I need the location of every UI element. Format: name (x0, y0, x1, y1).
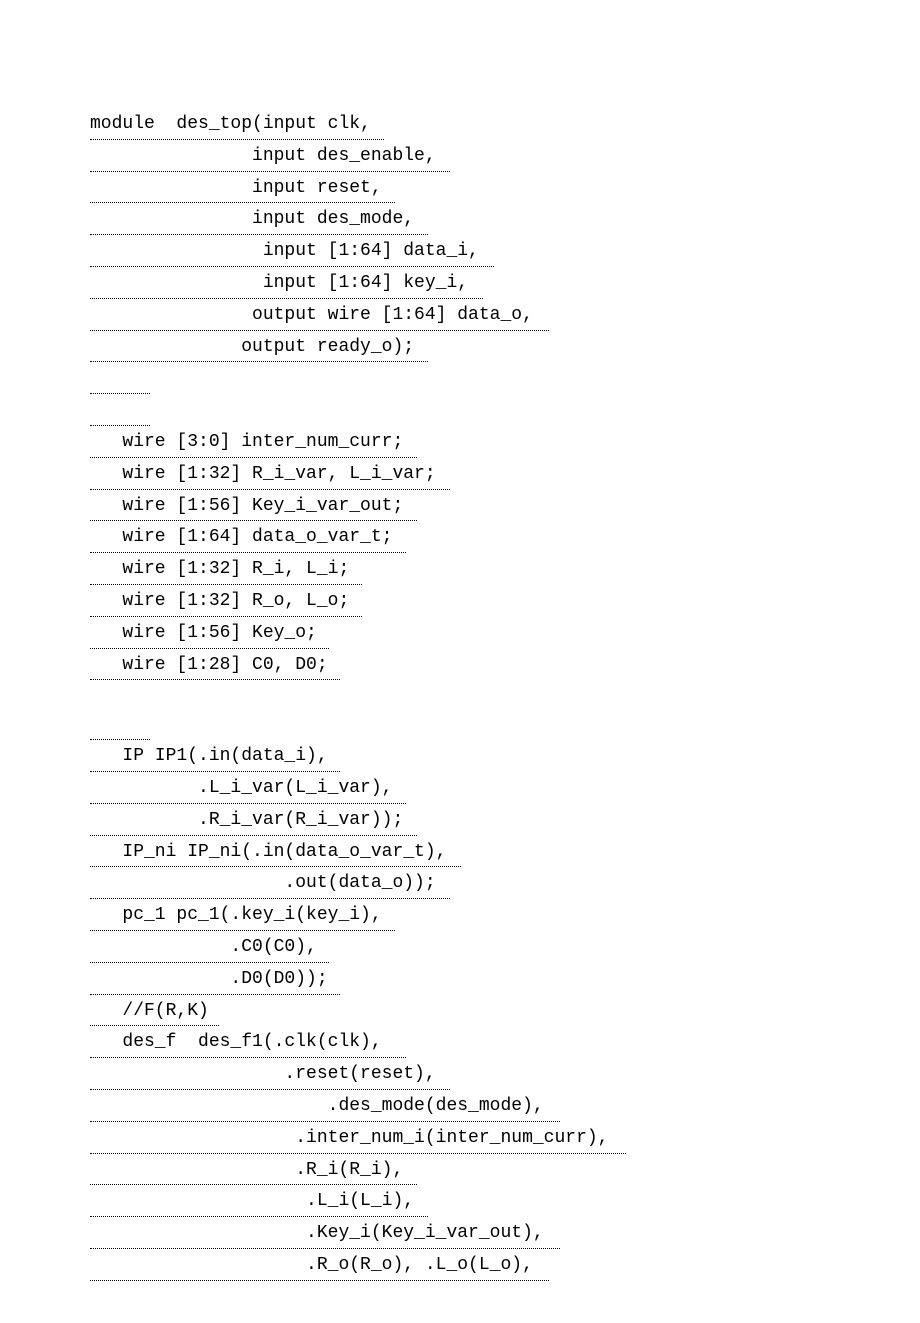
code-line: wire [3:0] inter_num_curr; (90, 428, 417, 458)
blank-gap (90, 682, 830, 710)
code-line: .out(data_o)); (90, 869, 450, 899)
code-line: module des_top(input clk, (90, 110, 384, 140)
code-line: wire [1:32] R_i_var, L_i_var; (90, 460, 450, 490)
code-line: output wire [1:64] data_o, (90, 301, 549, 331)
code-line (90, 710, 150, 740)
code-line: output ready_o); (90, 333, 428, 363)
code-line: IP IP1(.in(data_i), (90, 742, 340, 772)
code-line: .D0(D0)); (90, 965, 340, 995)
code-line: .R_i(R_i), (90, 1156, 417, 1186)
code-line: wire [1:56] Key_i_var_out; (90, 492, 417, 522)
code-line: .des_mode(des_mode), (90, 1092, 560, 1122)
code-line (90, 396, 150, 426)
code-line: input [1:64] data_i, (90, 237, 494, 267)
code-line: .L_i_var(L_i_var), (90, 774, 406, 804)
code-line: input [1:64] key_i, (90, 269, 483, 299)
code-line: wire [1:64] data_o_var_t; (90, 523, 406, 553)
code-line: .L_i(L_i), (90, 1187, 428, 1217)
code-line: IP_ni IP_ni(.in(data_o_var_t), (90, 838, 461, 868)
code-line: des_f des_f1(.clk(clk), (90, 1028, 406, 1058)
code-line: .R_i_var(R_i_var)); (90, 806, 417, 836)
code-line: wire [1:28] C0, D0; (90, 651, 340, 681)
code-line: wire [1:32] R_o, L_o; (90, 587, 362, 617)
code-line: wire [1:56] Key_o; (90, 619, 329, 649)
code-line: pc_1 pc_1(.key_i(key_i), (90, 901, 395, 931)
code-line: .reset(reset), (90, 1060, 450, 1090)
code-line: input reset, (90, 174, 395, 204)
code-line: input des_mode, (90, 205, 428, 235)
code-line: wire [1:32] R_i, L_i; (90, 555, 362, 585)
code-line: input des_enable, (90, 142, 450, 172)
code-line: .inter_num_i(inter_num_curr), (90, 1124, 626, 1154)
code-line: .Key_i(Key_i_var_out), (90, 1219, 560, 1249)
code-line: .R_o(R_o), .L_o(L_o), (90, 1251, 549, 1281)
code-line: .C0(C0), (90, 933, 329, 963)
code-line (90, 364, 150, 394)
document-page: module des_top(input clk, input des_enab… (0, 0, 920, 1323)
code-line: //F(R,K) (90, 997, 219, 1027)
